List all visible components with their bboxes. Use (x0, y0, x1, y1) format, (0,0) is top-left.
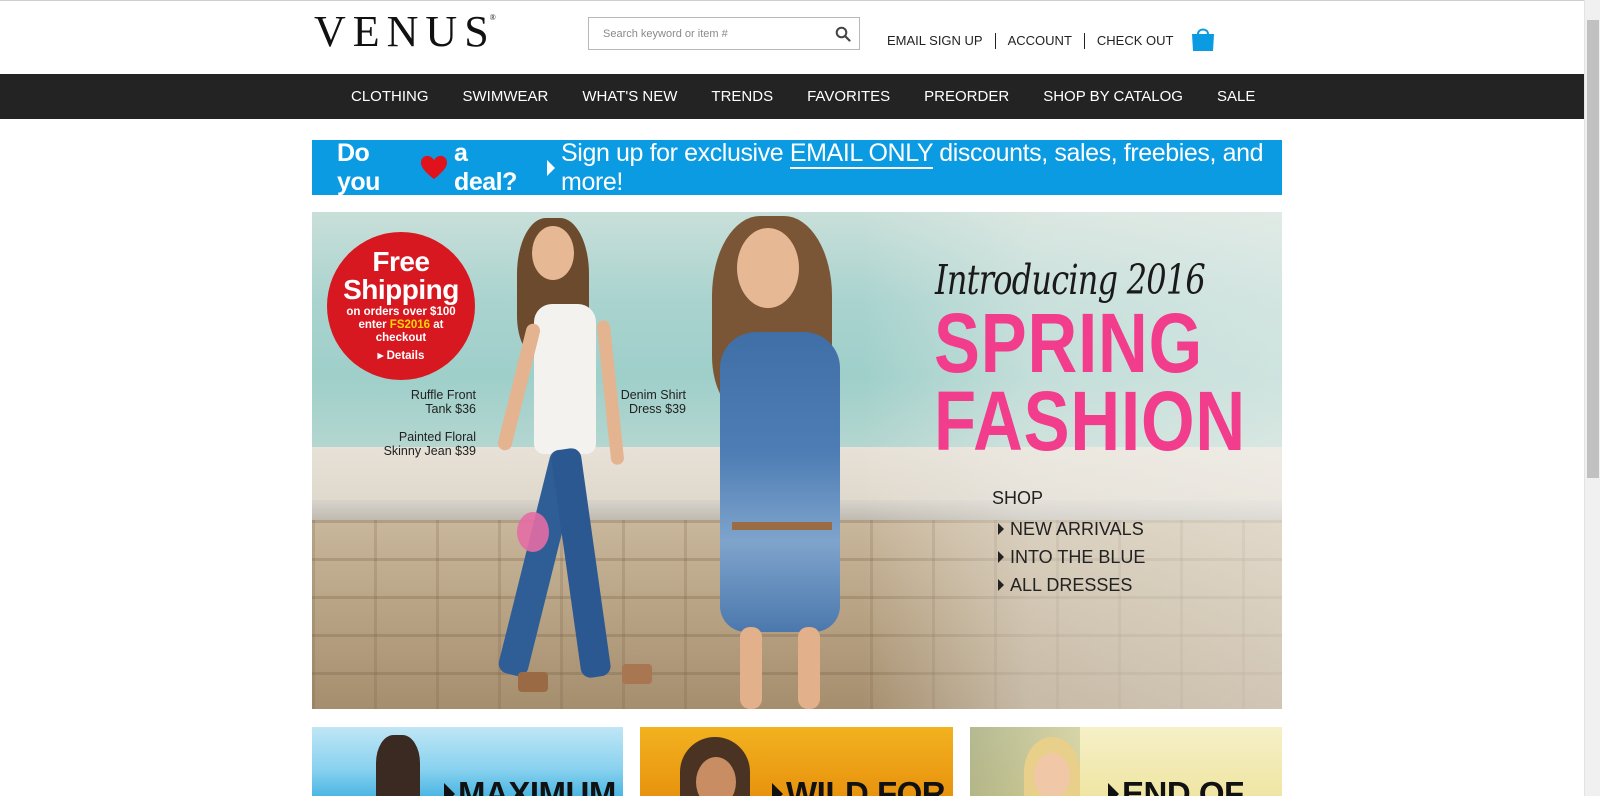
arrow-right-icon (998, 579, 1004, 591)
promo-code: FS2016 (389, 319, 431, 331)
email-promo-banner[interactable]: Do you a deal? Sign up for exclusive EMA… (312, 138, 1282, 196)
arrow-right-icon (998, 523, 1004, 535)
promo-arrow-icon (547, 159, 556, 176)
promo-message: Sign up for exclusive EMAIL ONLY discoun… (561, 138, 1264, 196)
hero-shop-links: NEW ARRIVALS INTO THE BLUE ALL DRESSES (998, 515, 1145, 599)
email-only-link[interactable]: EMAIL ONLY (789, 138, 933, 169)
tile-end-of[interactable]: END OF (970, 727, 1282, 796)
nav-item-whats-new[interactable]: WHAT'S NEW (565, 88, 694, 105)
nav-item-sale[interactable]: SALE (1200, 88, 1272, 105)
model-left-image (462, 212, 652, 709)
nav-item-shop-by-catalog[interactable]: SHOP BY CATALOG (1026, 88, 1200, 105)
arrow-right-icon (772, 783, 783, 796)
account-links: EMAIL SIGN UP ACCOUNT CHECK OUT (876, 33, 1185, 49)
caption-denim-dress[interactable]: Denim Shirt Dress $39 (582, 388, 686, 416)
nav-item-clothing[interactable]: CLOTHING (334, 88, 446, 105)
search-box[interactable] (588, 17, 860, 50)
tile-label: WILD FOR (772, 775, 946, 796)
shop-all-dresses-link[interactable]: ALL DRESSES (998, 571, 1145, 599)
email-signup-link[interactable]: EMAIL SIGN UP (876, 33, 996, 49)
tile-wild-for[interactable]: WILD FOR (640, 727, 953, 796)
arrow-right-icon (1108, 783, 1119, 796)
shop-new-arrivals-link[interactable]: NEW ARRIVALS (998, 515, 1145, 543)
tile-label: MAXIMUM (444, 775, 616, 796)
hero-shop-label: SHOP (992, 488, 1044, 508)
tile-label: END OF (1108, 775, 1244, 796)
main-nav: CLOTHING SWIMWEAR WHAT'S NEW TRENDS FAVO… (0, 74, 1584, 119)
shop-into-the-blue-link[interactable]: INTO THE BLUE (998, 543, 1145, 571)
shopping-bag-icon[interactable] (1190, 26, 1216, 52)
hero-banner[interactable]: Free Shipping on orders over $100 enter F… (312, 212, 1282, 709)
account-link[interactable]: ACCOUNT (996, 33, 1085, 49)
search-icon[interactable] (835, 26, 851, 42)
caption-floral-jean[interactable]: Painted Floral Skinny Jean $39 (352, 430, 476, 458)
nav-item-swimwear[interactable]: SWIMWEAR (446, 88, 566, 105)
nav-item-trends[interactable]: TRENDS (694, 88, 790, 105)
venus-logo[interactable]: VENUS® (314, 10, 502, 54)
hero-headline: SPRING FASHION (934, 296, 1246, 468)
search-input[interactable] (589, 18, 819, 49)
promo-question: Do you a deal? (337, 138, 517, 196)
page-scrollbar[interactable] (1584, 0, 1600, 796)
model-right-image (672, 212, 932, 709)
heart-icon (421, 155, 448, 180)
arrow-right-icon (998, 551, 1004, 563)
checkout-link[interactable]: CHECK OUT (1085, 33, 1186, 49)
top-border (0, 0, 1584, 1)
caption-ruffle-tank[interactable]: Ruffle Front Tank $36 (370, 388, 476, 416)
nav-item-preorder[interactable]: PREORDER (907, 88, 1026, 105)
nav-item-favorites[interactable]: FAVORITES (790, 88, 907, 105)
arrow-right-icon (444, 783, 455, 796)
tile-maximum[interactable]: MAXIMUM (312, 727, 623, 796)
badge-details-link[interactable]: ▸ Details (327, 348, 475, 362)
scrollbar-thumb[interactable] (1587, 20, 1599, 478)
free-shipping-badge[interactable]: Free Shipping on orders over $100 enter F… (327, 232, 475, 380)
